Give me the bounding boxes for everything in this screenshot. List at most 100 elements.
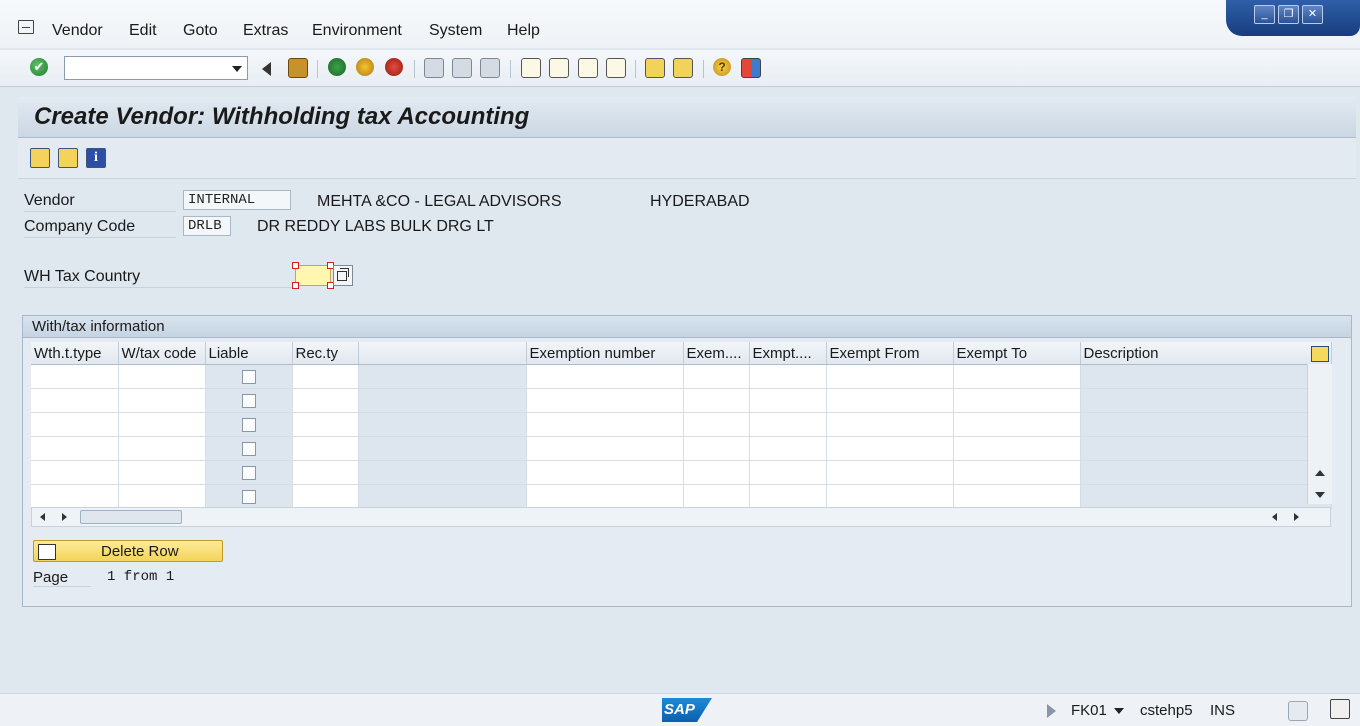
table-row[interactable] [31,364,1332,389]
table-row[interactable] [31,460,1332,485]
table-cell[interactable] [749,484,827,509]
table-cell[interactable] [826,436,954,461]
liable-checkbox[interactable] [241,393,256,408]
table-cell[interactable] [31,412,119,437]
horizontal-scrollbar[interactable] [31,507,1331,527]
find-icon[interactable] [452,58,472,78]
insert-mode[interactable]: INS [1210,702,1235,719]
value-help-icon[interactable] [333,265,353,286]
table-cell[interactable] [749,388,827,413]
back-icon[interactable] [328,58,346,76]
table-cell[interactable] [749,412,827,437]
table-cell[interactable] [683,484,750,509]
table-cell[interactable] [31,388,119,413]
table-cell[interactable] [953,436,1081,461]
check-icon[interactable]: ✔ [30,58,48,76]
vertical-scrollbar[interactable] [1307,364,1332,504]
previous-page-icon[interactable] [549,58,569,78]
command-field[interactable] [64,56,248,80]
scrollbar-thumb[interactable] [80,510,182,524]
shortcut-icon[interactable] [673,58,693,78]
table-cell[interactable] [526,388,684,413]
dropdown-arrow-icon[interactable] [232,66,242,72]
table-cell[interactable] [118,460,206,485]
scroll-right-icon[interactable] [1294,513,1299,521]
table-cell[interactable] [31,364,119,389]
find-next-icon[interactable] [480,58,500,78]
table-cell[interactable] [526,436,684,461]
liable-checkbox[interactable] [241,369,256,384]
table-row[interactable] [31,412,1332,437]
table-cell[interactable] [683,388,750,413]
save-icon[interactable] [288,58,308,78]
table-cell[interactable] [526,364,684,389]
column-header[interactable]: Exem.... [683,342,750,365]
table-cell[interactable] [826,364,954,389]
table-cell[interactable] [118,364,206,389]
table-cell[interactable] [826,412,954,437]
table-cell[interactable] [526,460,684,485]
info-icon[interactable]: i [86,148,106,168]
table-cell[interactable] [749,460,827,485]
restore-icon[interactable]: ❐ [1278,5,1299,24]
table-cell[interactable] [292,412,359,437]
status-expand-icon[interactable] [1047,704,1056,718]
next-page-icon[interactable] [578,58,598,78]
menu-environment[interactable]: Environment [312,22,402,40]
table-cell[interactable] [683,460,750,485]
scroll-up-icon[interactable] [1315,470,1325,476]
collapse-icon[interactable] [262,62,271,76]
cancel-icon[interactable] [385,58,403,76]
table-cell[interactable] [526,484,684,509]
table-cell[interactable] [953,460,1081,485]
table-row[interactable] [31,388,1332,413]
table-cell[interactable] [683,436,750,461]
table-cell[interactable] [118,436,206,461]
table-cell[interactable] [118,388,206,413]
table-settings-icon[interactable] [1311,346,1329,362]
scroll-down-icon[interactable] [1315,492,1325,498]
transaction-dropdown-icon[interactable] [1114,708,1124,714]
table-cell[interactable] [826,388,954,413]
column-header[interactable]: Exempt To [953,342,1081,365]
table-cell[interactable] [526,412,684,437]
menu-system[interactable]: System [429,22,482,40]
exit-icon[interactable] [356,58,374,76]
table-cell[interactable] [749,436,827,461]
table-cell[interactable] [826,484,954,509]
wh-tax-country-input[interactable] [292,262,334,289]
delete-row-button[interactable]: Delete Row [33,540,223,562]
last-page-icon[interactable] [606,58,626,78]
table-cell[interactable] [292,484,359,509]
scroll-left-icon[interactable] [1272,513,1277,521]
table-cell[interactable] [953,484,1081,509]
table-cell[interactable] [953,388,1081,413]
column-header[interactable]: W/tax code [118,342,206,365]
column-header[interactable]: Exempt From [826,342,954,365]
menu-vendor[interactable]: Vendor [52,22,103,40]
transaction-code[interactable]: FK01 [1071,702,1107,719]
table-cell[interactable] [292,436,359,461]
column-header[interactable]: Wth.t.type [31,342,119,365]
next-screen-icon[interactable] [58,148,78,168]
menu-extras[interactable]: Extras [243,22,288,40]
create-session-icon[interactable] [645,58,665,78]
menu-goto[interactable]: Goto [183,22,218,40]
lock-icon[interactable] [1330,699,1350,719]
table-cell[interactable] [292,460,359,485]
table-cell[interactable] [749,364,827,389]
close-icon[interactable]: ✕ [1302,5,1323,24]
menu-edit[interactable]: Edit [129,22,157,40]
scroll-right-icon[interactable] [62,513,67,521]
table-cell[interactable] [826,460,954,485]
table-cell[interactable] [31,436,119,461]
table-cell[interactable] [31,484,119,509]
table-cell[interactable] [31,460,119,485]
liable-checkbox[interactable] [241,489,256,504]
previous-screen-icon[interactable] [30,148,50,168]
table-cell[interactable] [953,364,1081,389]
table-cell[interactable] [953,412,1081,437]
layout-menu-icon[interactable] [741,58,761,78]
liable-checkbox[interactable] [241,441,256,456]
help-icon[interactable]: ? [713,58,731,76]
